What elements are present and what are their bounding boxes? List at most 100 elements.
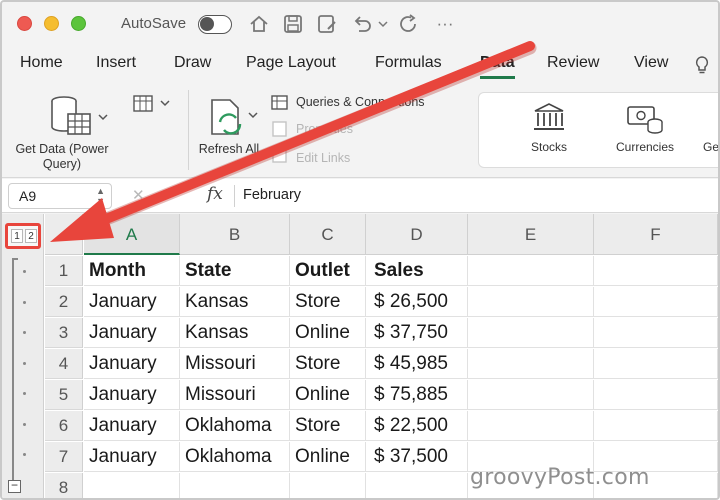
cell[interactable]: Online (290, 442, 366, 472)
name-box-stepper-icon[interactable]: ▲ ▼ (96, 186, 105, 206)
cell[interactable] (84, 473, 180, 498)
cell[interactable] (468, 318, 594, 348)
insert-function-button[interactable]: fx (207, 184, 223, 204)
cell[interactable]: Kansas (180, 287, 290, 317)
home-icon[interactable] (248, 12, 270, 36)
column-header-a[interactable]: A (84, 214, 180, 255)
column-header-c[interactable]: C (290, 214, 366, 255)
tab-formulas[interactable]: Formulas (375, 54, 442, 72)
stocks-button[interactable]: Stocks (509, 97, 589, 163)
cell[interactable]: Month (84, 256, 180, 286)
tab-home[interactable]: Home (20, 54, 63, 72)
cell[interactable]: Missouri (180, 380, 290, 410)
cell[interactable] (594, 318, 718, 348)
tab-page-layout[interactable]: Page Layout (246, 54, 336, 72)
row-header[interactable]: 5 (45, 380, 83, 410)
cell[interactable]: Store (290, 349, 366, 379)
properties-button[interactable]: Properties (296, 122, 353, 136)
cell[interactable]: $ 75,885 (366, 380, 468, 410)
cell[interactable]: $ 37,500 (366, 442, 468, 472)
cell[interactable]: $ 22,500 (366, 411, 468, 441)
cell[interactable]: January (84, 380, 180, 410)
cell[interactable]: Online (290, 380, 366, 410)
name-box[interactable]: A9 ▲ ▼ (8, 183, 112, 209)
more-icon[interactable]: ··· (434, 12, 456, 36)
cell[interactable] (366, 473, 468, 498)
cell[interactable]: Missouri (180, 349, 290, 379)
cell[interactable]: January (84, 318, 180, 348)
enter-check-icon[interactable]: ✓ (162, 186, 175, 204)
save-icon[interactable] (282, 12, 304, 36)
cell[interactable] (468, 411, 594, 441)
cell[interactable] (468, 349, 594, 379)
cell[interactable]: January (84, 411, 180, 441)
currencies-button[interactable]: Currencies (605, 97, 685, 163)
undo-icon[interactable] (350, 12, 374, 36)
row-header[interactable]: 6 (45, 411, 83, 441)
chevron-down-icon[interactable] (160, 98, 170, 108)
cell[interactable] (594, 380, 718, 410)
autosave-label: AutoSave (121, 15, 187, 32)
tab-view[interactable]: View (634, 54, 668, 72)
cell[interactable]: State (180, 256, 290, 286)
refresh-all-button[interactable]: Refresh All (198, 86, 260, 176)
geography-label[interactable]: Ge (703, 140, 718, 155)
cell[interactable]: Oklahoma (180, 442, 290, 472)
cell[interactable]: Outlet (290, 256, 366, 286)
cell[interactable]: Kansas (180, 318, 290, 348)
redo-icon[interactable] (398, 12, 420, 36)
outline-level-1-button[interactable]: 1 (11, 229, 23, 243)
cell[interactable] (594, 411, 718, 441)
cell[interactable]: $ 26,500 (366, 287, 468, 317)
cell[interactable]: January (84, 349, 180, 379)
tab-insert[interactable]: Insert (96, 54, 136, 72)
cell[interactable] (594, 256, 718, 286)
get-data-button[interactable]: Get Data (Power Query) (12, 86, 130, 176)
cell[interactable] (290, 473, 366, 498)
collapse-group-button[interactable]: − (8, 479, 21, 493)
cell[interactable] (180, 473, 290, 498)
select-all-corner[interactable] (45, 214, 83, 255)
cell[interactable] (468, 380, 594, 410)
row-header[interactable]: 7 (45, 442, 83, 472)
column-header-d[interactable]: D (366, 214, 468, 255)
cell[interactable] (468, 287, 594, 317)
cell[interactable] (594, 349, 718, 379)
cell[interactable]: Store (290, 411, 366, 441)
column-header-e[interactable]: E (468, 214, 594, 255)
tab-review[interactable]: Review (547, 54, 599, 72)
cancel-icon[interactable]: ✕ (132, 186, 145, 204)
close-window-button[interactable] (17, 16, 32, 31)
autosave-toggle[interactable] (198, 15, 232, 34)
cell[interactable]: Oklahoma (180, 411, 290, 441)
cell[interactable]: $ 37,750 (366, 318, 468, 348)
lightbulb-icon[interactable] (694, 55, 710, 75)
cell[interactable]: Online (290, 318, 366, 348)
tab-data[interactable]: Data (480, 54, 515, 79)
cell[interactable]: Sales (366, 256, 468, 286)
formula-input[interactable]: February (243, 187, 301, 203)
outline-level-2-button[interactable]: 2 (25, 229, 37, 243)
chevron-down-icon (248, 112, 258, 119)
save-as-icon[interactable] (316, 12, 338, 36)
zoom-window-button[interactable] (71, 16, 86, 31)
chevron-down-icon[interactable] (378, 12, 388, 36)
minimize-window-button[interactable] (44, 16, 59, 31)
row-header[interactable]: 2 (45, 287, 83, 317)
cell[interactable]: $ 45,985 (366, 349, 468, 379)
row-header[interactable]: 3 (45, 318, 83, 348)
row-header[interactable]: 8 (45, 473, 83, 498)
tab-draw[interactable]: Draw (174, 54, 211, 72)
queries-connections-button[interactable]: Queries & Connections (296, 95, 425, 109)
cell[interactable] (468, 256, 594, 286)
cell[interactable] (594, 287, 718, 317)
row-header[interactable]: 4 (45, 349, 83, 379)
column-header-b[interactable]: B (180, 214, 290, 255)
cell[interactable]: January (84, 442, 180, 472)
column-header-f[interactable]: F (594, 214, 718, 255)
cell[interactable]: Store (290, 287, 366, 317)
edit-links-button[interactable]: Edit Links (296, 151, 350, 165)
table-icon[interactable] (132, 94, 156, 114)
row-header[interactable]: 1 (45, 256, 83, 286)
cell[interactable]: January (84, 287, 180, 317)
